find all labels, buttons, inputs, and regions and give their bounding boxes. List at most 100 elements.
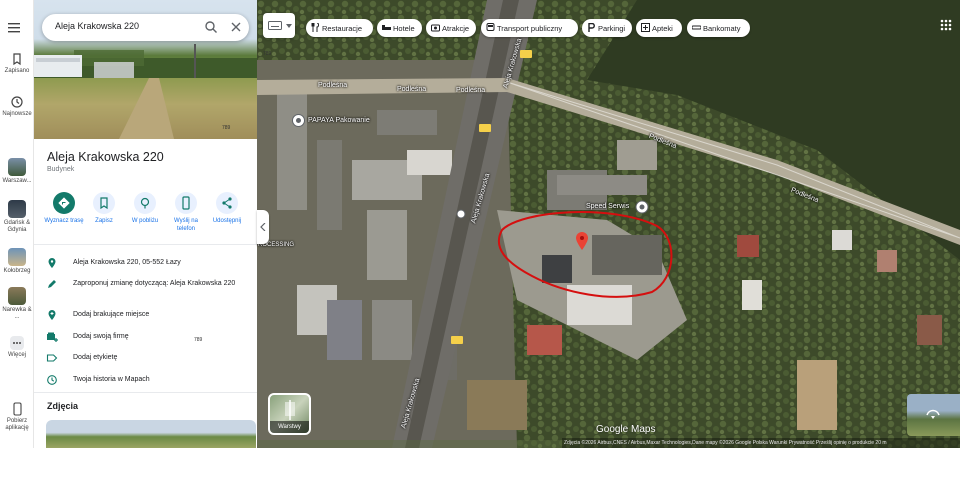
layers-label: Warstwy [270, 421, 309, 433]
chip-label: Atrakcje [442, 24, 470, 33]
phone-icon [13, 402, 22, 416]
hamburger-menu-icon[interactable] [8, 22, 21, 33]
directions-icon [53, 192, 75, 214]
rail-item-recent-place[interactable]: Kołobrzeg [0, 248, 34, 275]
poi-pin-icon[interactable] [292, 114, 305, 128]
add-business-icon [47, 332, 58, 342]
location-pin-icon[interactable] [575, 232, 589, 252]
rail-item-label: Najnowsze [2, 111, 32, 117]
photos-thumbnail[interactable] [46, 420, 256, 448]
nearby-button[interactable]: W pobliżu [125, 192, 165, 225]
action-label: Wyznacz trasę [44, 218, 84, 224]
share-icon [216, 192, 238, 214]
send-to-phone-button[interactable]: Wyślij na telefon [166, 192, 206, 233]
action-label: Wyślij na telefon [174, 218, 198, 232]
hotel-icon [382, 25, 391, 30]
chip-label: Restauracje [322, 24, 363, 33]
rail-item-get-app[interactable]: Pobierz aplikację [0, 402, 34, 432]
bookmark-icon [13, 53, 21, 66]
street-label: Podleśna [318, 82, 348, 89]
close-icon[interactable] [229, 20, 243, 34]
nearby-icon [134, 192, 156, 214]
label-icon [46, 354, 58, 362]
action-label: Udostępnij [212, 218, 242, 224]
chevron-down-icon [286, 24, 292, 28]
search-icon[interactable] [204, 20, 218, 34]
rail-item-recent-place[interactable]: Warszaw... [0, 158, 34, 185]
collapse-panel-button[interactable] [257, 210, 269, 244]
keyboard-icon [268, 21, 282, 30]
poi-label[interactable]: Speed Serwis [586, 203, 629, 210]
rail-item-recent-place[interactable]: Gdańsk & Gdynia [0, 200, 34, 234]
add-place-text: Dodaj brakujące miejsce [73, 311, 150, 318]
divider [34, 244, 257, 245]
photos-heading: Zdjęcia [47, 401, 79, 411]
add-label-text: Dodaj etykietę [73, 354, 118, 361]
place-category: Budynek [47, 166, 75, 173]
parking-icon [588, 23, 595, 32]
location-pin-icon [48, 258, 56, 268]
rail-item-saved[interactable]: Zapisano [0, 52, 34, 75]
chip-pharmacies[interactable]: Apteki [636, 19, 682, 37]
chip-hotels[interactable]: Hotele [377, 19, 422, 37]
chip-parking[interactable]: Parkingi [582, 19, 632, 37]
map-attribution[interactable]: Zdjęcia ©2026 Airbus,CNES / Airbus,Maxar… [562, 438, 960, 448]
rail-item-label: Gdańsk & Gdynia [3, 220, 31, 233]
chip-restaurants[interactable]: Restauracje [306, 19, 373, 37]
satellite-map[interactable] [257, 0, 960, 448]
chip-attractions[interactable]: Atrakcje [426, 19, 476, 37]
hand-drawn-highlight-ellipse [497, 211, 673, 298]
street-view-rotate-icon [926, 409, 940, 419]
transit-stop-icon[interactable] [456, 209, 466, 219]
layers-icon [285, 400, 295, 420]
action-label: Zapisz [95, 218, 113, 224]
bookmark-icon [93, 192, 115, 214]
share-button[interactable]: Udostępnij [207, 192, 247, 225]
page-margin [0, 448, 960, 479]
transit-icon [486, 23, 495, 31]
route-number-label: 789 [263, 51, 272, 57]
maps-history-text: Twoja historia w Mapach [73, 376, 150, 383]
recent-place-thumb [8, 248, 26, 266]
history-icon [11, 96, 23, 108]
route-shield-icon [520, 50, 532, 58]
street-label: Podleśna [397, 86, 427, 93]
chip-label: Bankomaty [703, 24, 741, 33]
directions-button[interactable]: Wyznacz trasę [44, 192, 84, 225]
street-view-thumbnail[interactable] [907, 394, 960, 436]
save-button[interactable]: Zapisz [84, 192, 124, 225]
poi-pin-icon[interactable] [635, 200, 649, 214]
camera-icon [431, 24, 440, 32]
street-label: Podleśna [456, 87, 486, 94]
add-business-text: Dodaj swoją firmę [73, 333, 129, 340]
google-apps-icon[interactable] [938, 17, 954, 33]
edit-pencil-icon [48, 280, 56, 288]
route-shield-icon [479, 124, 491, 132]
divider [34, 392, 257, 393]
chip-public-transit[interactable]: Transport publiczny [481, 19, 578, 37]
pharmacy-icon [641, 23, 650, 32]
history-icon [47, 375, 57, 385]
input-tools-button[interactable] [263, 13, 295, 38]
search-box[interactable]: Aleja Krakowska 220 [42, 14, 249, 41]
send-to-phone-icon [175, 192, 197, 214]
chip-atms[interactable]: Bankomaty [687, 19, 750, 37]
rail-item-label: Warszaw... [2, 178, 32, 184]
route-number-label: 789 [222, 125, 231, 131]
recent-place-thumb [8, 287, 26, 305]
search-input[interactable]: Aleja Krakowska 220 [55, 21, 139, 31]
address-text: Aleja Krakowska 220, 05-552 Łazy [73, 259, 181, 266]
google-maps-logo: Google Maps [596, 424, 656, 435]
chip-label: Transport publiczny [497, 24, 563, 33]
poi-label[interactable]: PAPAYA Pakowanie [308, 117, 370, 124]
atm-icon [692, 25, 701, 30]
restaurant-icon [311, 23, 319, 32]
rail-item-more[interactable]: Więcej [0, 336, 34, 359]
rail-item-recent[interactable]: Najnowsze [0, 95, 34, 118]
rail-item-recent-place[interactable]: Narewka & ... [0, 287, 34, 321]
rail-item-label: Narewka & ... [2, 307, 32, 320]
maps-app: Zapisano Najnowsze Warszaw... Gdańsk & G… [0, 0, 960, 448]
action-bar: Wyznacz trasę Zapisz W pobliżu Wyślij na… [44, 192, 249, 240]
recent-place-thumb [8, 158, 26, 176]
layers-button[interactable]: Warstwy [268, 393, 311, 435]
